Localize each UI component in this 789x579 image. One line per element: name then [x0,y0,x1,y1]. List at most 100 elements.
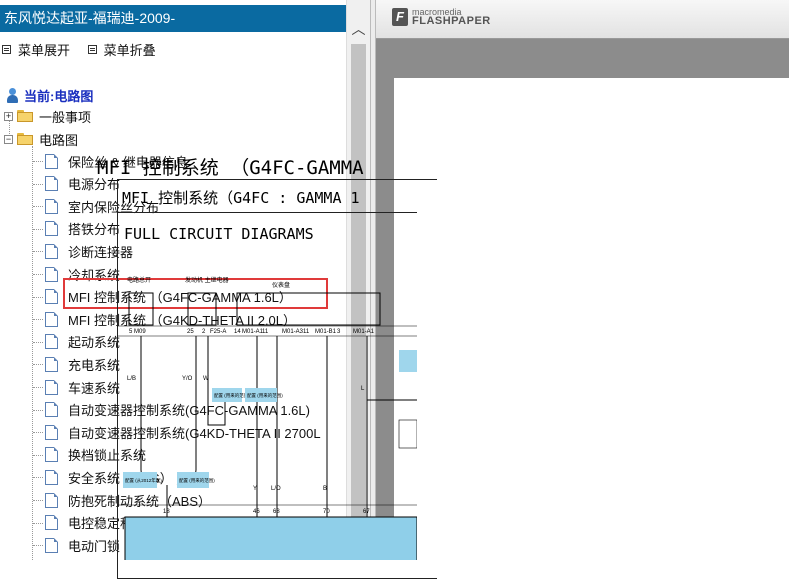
tree-line [33,409,43,411]
expand-icon[interactable]: + [4,111,13,121]
list-icon [2,45,11,54]
tree-line [33,161,43,162]
option-tag [399,350,417,372]
option-tag-label: 配置 (用来的范围) [179,477,215,484]
tree-line [33,387,43,388]
tree-item[interactable]: 搭铁分布 [45,218,120,240]
wire-color-label: L/B [127,376,136,382]
viewer-toolbar: F macromedia FLASHPAPER [376,0,789,39]
bottom-pin-label: 70 [323,509,330,515]
tree-line [33,206,43,208]
tree-item-label: 起动系统 [68,335,121,351]
folder-open-icon [17,133,33,145]
folder-icon [17,110,33,122]
tree-folder-circuit[interactable]: − 电路图 [4,128,78,150]
logo-bottom-text: FLASHPAPER [412,15,491,27]
document-icon [45,176,58,192]
wire-color-label: B [323,486,327,492]
wire-color-label: W [203,376,209,382]
pin-label: 25 [187,329,194,335]
tree-item[interactable]: 车速系统 [45,376,120,398]
tree-item-label: 充电系统 [68,357,121,373]
scroll-up-icon[interactable]: ︿ [347,18,370,40]
tree-line [33,183,43,185]
pin-label: 14 [234,329,241,335]
tree-line [33,477,43,479]
flashpaper-logo: F macromedia FLASHPAPER [392,8,491,27]
document-icon [45,356,58,372]
pin-label: M01-A1 [242,329,264,335]
document-icon [45,243,58,259]
tree-line [32,146,33,560]
tree-line [33,251,43,253]
current-location-label: 当前:电路图 [24,89,94,104]
list-icon [87,45,97,54]
pin-label: 11 [262,329,269,335]
bottom-pin-label: 67 [363,509,370,515]
tree-item[interactable]: 充电系统 [45,353,120,375]
menu-expand-label: 菜单展开 [18,43,71,58]
viewer-gutter [376,39,789,79]
component-box [187,292,217,326]
pin-label: 2 [202,329,206,335]
document-icon [45,198,58,214]
pin-label: 11 [303,329,310,335]
tree-line [33,432,43,434]
user-icon [6,88,19,103]
frame-separator [117,212,417,213]
tree-line [33,522,43,524]
collapse-icon[interactable]: − [4,134,13,144]
circuit-diagram: 电路总开 发动机 主继电器 仪表盘 5 M09 25 2 F25-A 14 M0… [117,276,417,560]
document-icon [45,469,58,485]
tree-line [33,364,43,366]
section-heading: FULL CIRCUIT DIAGRAMS [124,225,314,243]
tree-line [33,454,43,456]
document-icon [45,492,58,508]
option-tag-label: 配置 (用来的范围) [214,392,250,399]
option-tag-label: 配置 (用来的范围) [247,392,283,399]
bottom-pin-label: 46 [253,509,260,515]
document-icon [45,424,58,440]
component-label: 电路总开 [127,276,151,284]
pin-label: M01-B1 [315,329,337,335]
pin-label: 3 [337,329,341,335]
document-icon [45,221,58,237]
pin-label: M01-A1 [353,329,375,335]
document-icon [45,515,58,531]
component-box [236,292,381,326]
document-icon [45,311,58,327]
tree-line [33,296,43,298]
panel-title: 东风悦达起亚-福瑞迪-2009- [0,5,346,32]
pin-label: 5 M09 [129,329,146,335]
document-viewer: F macromedia FLASHPAPER [376,0,789,560]
tree-item-label: 车速系统 [68,380,121,396]
bottom-pin-label: 68 [273,509,280,515]
component-box [128,292,154,326]
tree-item-label: 电动门锁 [68,538,121,554]
tree-line [33,545,43,547]
tree-line [33,228,43,230]
tree-item[interactable]: 起动系统 [45,331,120,353]
pin-label: F25-A [210,329,226,335]
menu-collapse-button[interactable]: 菜单折叠 [87,40,156,59]
menu-collapse-label: 菜单折叠 [103,43,156,58]
wire-color-label: Y/O [182,376,193,382]
tree-line [33,500,43,501]
document-icon [45,153,58,169]
tree-line [33,274,43,275]
tree-line [33,341,43,343]
menu-expand-button[interactable]: 菜单展开 [2,40,70,59]
document-icon [45,447,58,463]
tree-folder-general[interactable]: + 一般事项 [4,105,91,127]
option-tag-label: 配置 (从2012年起) [125,477,162,484]
bottom-pin-label: 18 [163,509,170,515]
flashpaper-icon: F [392,8,408,26]
tree-line [33,319,43,321]
ecm-block [124,516,417,560]
tree-folder-label: 电路图 [39,132,79,148]
component-label: 仪表盘 [272,281,290,289]
component-box [398,419,417,449]
document-title: MFI 控制系统 （G4FC-GAMMA [97,157,364,179]
tree-item-label: 搭铁分布 [68,222,121,238]
tree-item[interactable]: 电动门锁 [45,534,120,556]
